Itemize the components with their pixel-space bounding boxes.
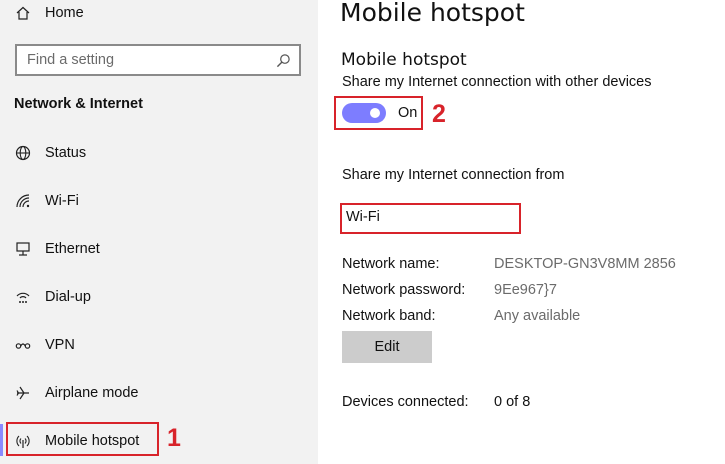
callout-number-2: 2 [432, 100, 446, 128]
network-password-value: 9Ee967}7 [494, 282, 557, 298]
devices-connected-label: Devices connected: [342, 394, 469, 410]
highlight-box-share-from [340, 203, 521, 234]
search-icon[interactable] [276, 53, 291, 68]
airplane-icon [14, 384, 32, 402]
sidebar-item-label: Wi-Fi [45, 193, 79, 209]
share-description: Share my Internet connection with other … [342, 74, 652, 90]
ethernet-icon [14, 240, 32, 258]
search-input[interactable]: Find a setting [15, 44, 301, 76]
share-from-label: Share my Internet connection from [342, 167, 565, 183]
home-icon [14, 4, 32, 22]
highlight-box-mobile-hotspot [6, 422, 159, 456]
network-band-value: Any available [494, 308, 581, 324]
sidebar-item-home[interactable]: Home [0, 0, 318, 33]
sidebar-item-wifi[interactable]: Wi-Fi [0, 181, 318, 221]
highlight-box-toggle [334, 96, 423, 130]
sidebar-item-label: Ethernet [45, 241, 100, 257]
section-heading: Network & Internet [14, 96, 143, 112]
section-title: Mobile hotspot [341, 50, 467, 70]
network-name-label: Network name: [342, 256, 440, 272]
sidebar-item-label: Home [45, 5, 84, 21]
edit-button[interactable]: Edit [342, 331, 432, 363]
sidebar-item-vpn[interactable]: VPN [0, 325, 318, 365]
sidebar: Home Find a setting Network & Internet S… [0, 0, 318, 464]
sidebar-item-ethernet[interactable]: Ethernet [0, 229, 318, 269]
devices-connected-value: 0 of 8 [494, 394, 531, 410]
search-placeholder: Find a setting [27, 52, 115, 68]
page-title: Mobile hotspot [340, 0, 525, 27]
sidebar-item-status[interactable]: Status [0, 133, 318, 173]
sidebar-item-label: Airplane mode [45, 385, 139, 401]
network-password-label: Network password: [342, 282, 466, 298]
sidebar-item-label: Dial-up [45, 289, 91, 305]
dialup-icon [14, 288, 32, 306]
network-name-value: DESKTOP-GN3V8MM 2856 [494, 256, 676, 272]
callout-number-1: 1 [167, 424, 181, 452]
sidebar-item-label: VPN [45, 337, 75, 353]
sidebar-item-dialup[interactable]: Dial-up [0, 277, 318, 317]
globe-icon [14, 144, 32, 162]
sidebar-item-label: Status [45, 145, 87, 161]
network-band-label: Network band: [342, 308, 436, 324]
sidebar-item-airplane-mode[interactable]: Airplane mode [0, 373, 318, 413]
wifi-icon [14, 192, 32, 210]
vpn-icon [14, 336, 32, 354]
